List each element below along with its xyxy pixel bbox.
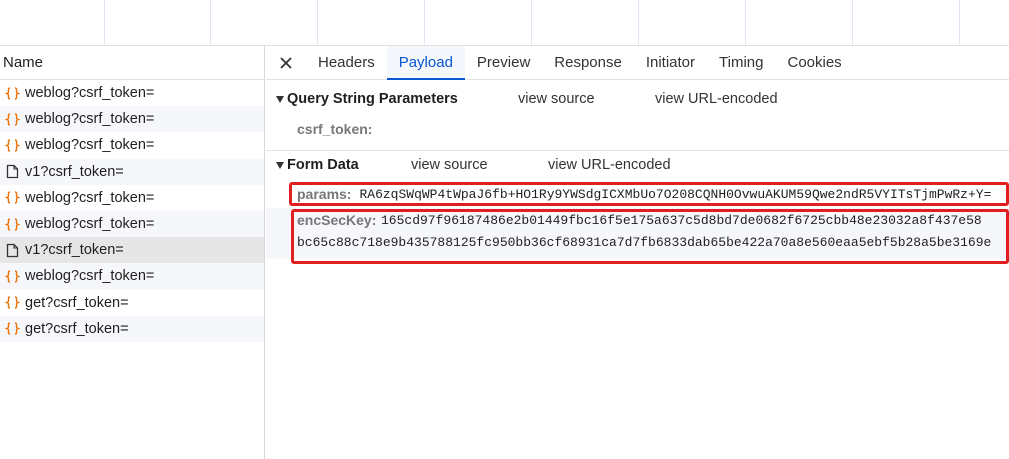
document-icon — [4, 242, 20, 258]
expand-triangle-icon — [276, 95, 284, 103]
form-data-title: Form Data — [287, 157, 359, 173]
request-row[interactable]: weblog?csrf_token= — [0, 263, 264, 290]
close-details-button[interactable] — [266, 46, 306, 79]
csrf-token-key: csrf_token: — [297, 121, 373, 137]
query-string-header[interactable]: Query String Parameters view source view… — [266, 86, 1009, 112]
details-tabbar: Headers Payload Preview Response Initiat… — [266, 46, 1009, 80]
encseckey-value-line: bc65c88c718e9b435788125fc950bb36cf68931c… — [297, 235, 992, 250]
xhr-braces-icon — [4, 321, 20, 337]
params-key: params: — [297, 186, 352, 202]
xhr-braces-icon — [4, 190, 20, 206]
tab-cookies[interactable]: Cookies — [775, 46, 853, 79]
timeline-grid-line — [424, 0, 425, 45]
params-value: RA6zqSWqWP4tWpaJ6fb+HO1Ry9YWSdgICXMbUo7O… — [359, 186, 992, 202]
request-row[interactable]: weblog?csrf_token= — [0, 106, 264, 133]
request-row[interactable]: weblog?csrf_token= — [0, 132, 264, 158]
request-row[interactable]: weblog?csrf_token= — [0, 80, 264, 106]
request-row[interactable]: v1?csrf_token= — [0, 237, 264, 264]
request-list: Name weblog?csrf_token= weblog?csrf_token… — [0, 46, 265, 459]
request-row[interactable]: weblog?csrf_token= — [0, 210, 264, 238]
request-name: weblog?csrf_token= — [25, 137, 155, 154]
request-name: weblog?csrf_token= — [25, 85, 155, 102]
request-name: weblog?csrf_token= — [25, 189, 155, 206]
tab-label: Headers — [318, 54, 375, 71]
timeline-grid-line — [852, 0, 853, 45]
close-icon — [280, 56, 292, 69]
name-column-header[interactable]: Name — [0, 46, 264, 80]
request-name: weblog?csrf_token= — [25, 216, 155, 233]
tab-label: Response — [554, 54, 622, 71]
request-name: weblog?csrf_token= — [25, 268, 155, 285]
request-name: get?csrf_token= — [25, 320, 129, 337]
xhr-braces-icon — [4, 85, 20, 101]
tab-timing[interactable]: Timing — [707, 46, 775, 79]
xhr-braces-icon — [4, 137, 20, 153]
encseckey-key: encSecKey: — [297, 212, 377, 228]
query-param-row: csrf_token: — [266, 116, 1009, 142]
view-source-link[interactable]: view source — [518, 91, 655, 107]
view-source-link[interactable]: view source — [411, 157, 548, 173]
xhr-braces-icon — [4, 216, 20, 232]
request-name: weblog?csrf_token= — [25, 111, 155, 128]
tab-label: Preview — [476, 54, 531, 71]
tab-response[interactable]: Response — [542, 46, 634, 79]
request-name: v1?csrf_token= — [25, 242, 124, 259]
tab-initiator[interactable]: Initiator — [634, 46, 707, 79]
query-string-title: Query String Parameters — [287, 91, 458, 107]
request-row[interactable]: get?csrf_token= — [0, 315, 264, 342]
tab-label: Payload — [398, 54, 453, 71]
timeline-grid-line — [638, 0, 639, 45]
request-row[interactable]: get?csrf_token= — [0, 290, 264, 316]
query-string-section: Query String Parameters view source view… — [266, 86, 1009, 112]
request-rows: weblog?csrf_token= weblog?csrf_token= webl… — [0, 80, 264, 342]
timeline-overview[interactable] — [0, 0, 1009, 46]
tab-preview[interactable]: Preview — [465, 46, 542, 79]
request-row[interactable]: v1?csrf_token= — [0, 158, 264, 185]
tab-label: Initiator — [645, 54, 696, 71]
timeline-grid-line — [531, 0, 532, 45]
view-url-encoded-link[interactable]: view URL-encoded — [548, 157, 671, 173]
request-name: get?csrf_token= — [25, 294, 129, 311]
request-details: Headers Payload Preview Response Initiat… — [266, 46, 1009, 459]
timeline-grid-line — [745, 0, 746, 45]
timeline-grid-line — [210, 0, 211, 45]
document-icon — [4, 164, 20, 180]
xhr-braces-icon — [4, 268, 20, 284]
request-row[interactable]: weblog?csrf_token= — [0, 185, 264, 211]
encseckey-key-col: encSecKey: — [297, 212, 381, 230]
view-url-encoded-link[interactable]: view URL-encoded — [655, 91, 778, 107]
name-column-label: Name — [3, 54, 44, 71]
timeline-grid-line — [317, 0, 318, 45]
xhr-braces-icon — [4, 111, 20, 127]
params-row: params: RA6zqSWqWP4tWpaJ6fb+HO1Ry9YWSdgI… — [266, 182, 1009, 206]
tab-label: Timing — [719, 54, 764, 71]
timeline-grid-line — [959, 0, 960, 45]
tab-label: Cookies — [787, 54, 842, 71]
form-data-header[interactable]: Form Data view source view URL-encoded — [266, 152, 1009, 178]
encseckey-value: 165cd97f96187486e2b01449fbc16f5e175a637c… — [297, 212, 991, 250]
tab-headers[interactable]: Headers — [306, 46, 387, 79]
encseckey-row: encSecKey: 165cd97f96187486e2b01449fbc16… — [266, 208, 1009, 259]
tab-payload[interactable]: Payload — [386, 46, 466, 80]
form-data-section: Form Data view source view URL-encoded — [266, 152, 1009, 178]
section-divider — [266, 150, 1009, 151]
xhr-braces-icon — [4, 295, 20, 311]
encseckey-value-line: 165cd97f96187486e2b01449fbc16f5e175a637c… — [381, 213, 982, 228]
request-name: v1?csrf_token= — [25, 163, 124, 180]
expand-triangle-icon — [276, 161, 284, 169]
timeline-grid-line — [104, 0, 105, 45]
